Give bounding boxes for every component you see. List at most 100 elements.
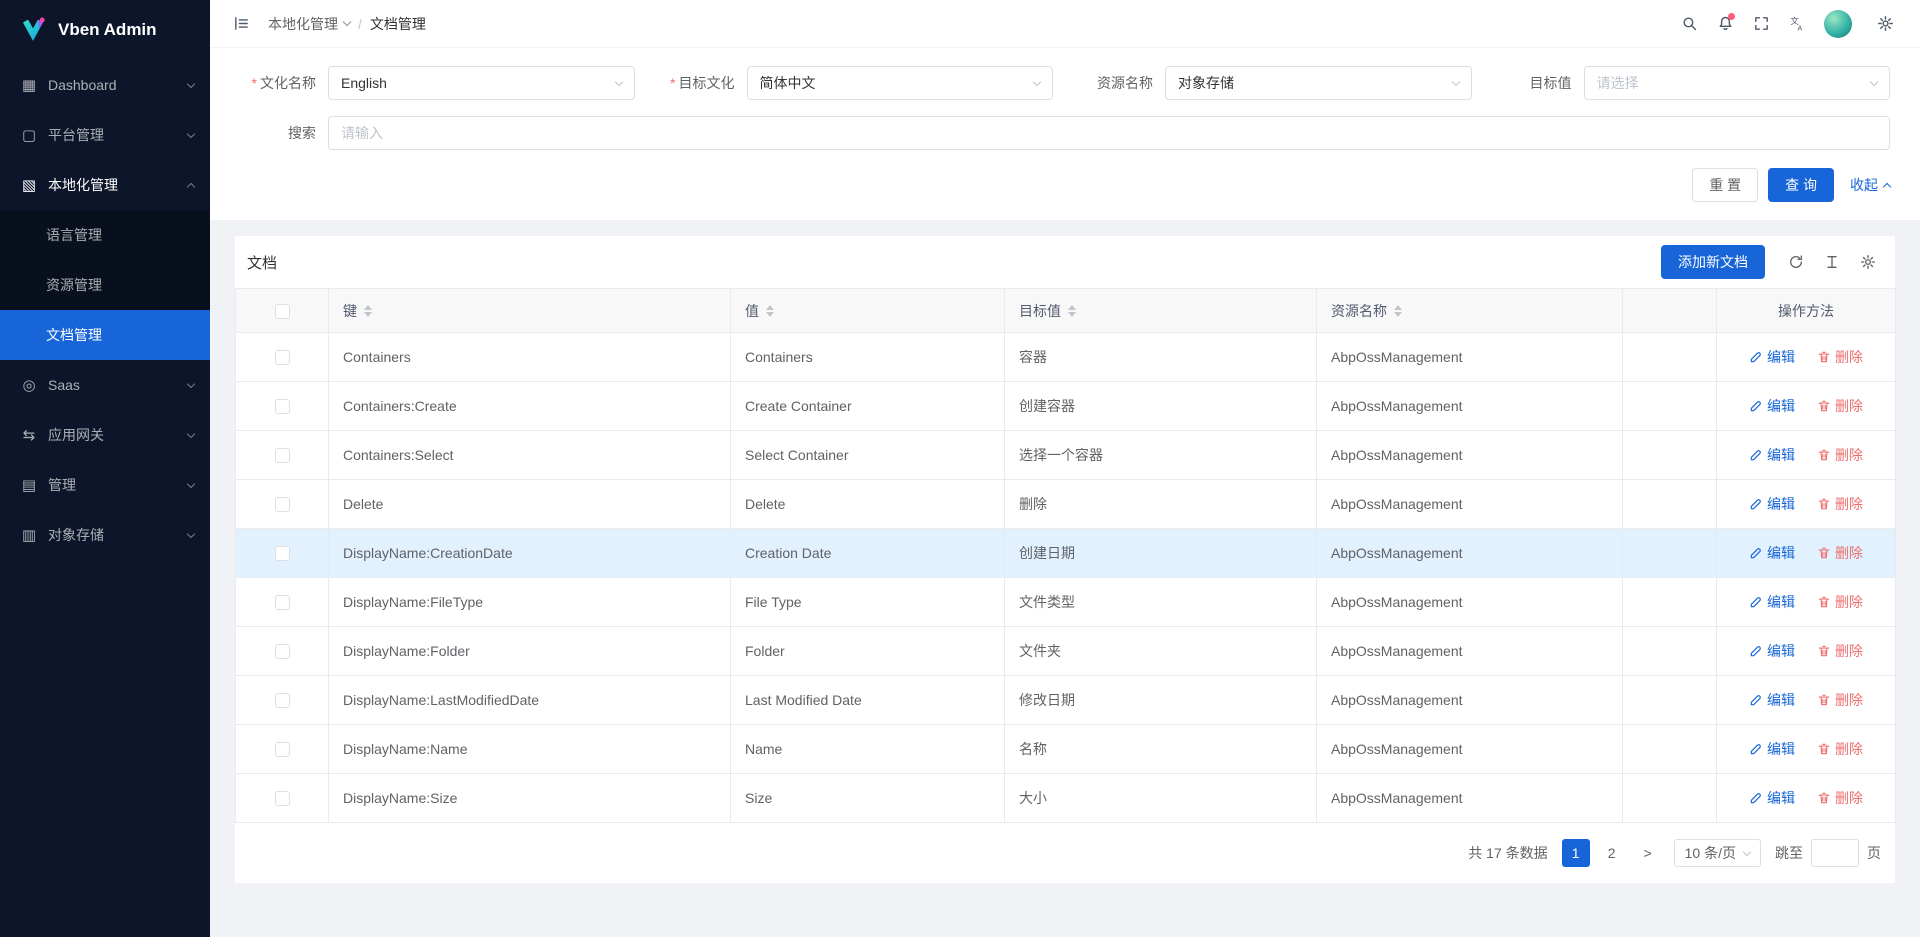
page-size-select[interactable]: 10 条/页 [1674, 839, 1761, 867]
reset-button[interactable]: 重 置 [1692, 168, 1758, 202]
edit-button[interactable]: 编辑 [1749, 788, 1795, 808]
edit-button[interactable]: 编辑 [1749, 396, 1795, 416]
delete-icon [1817, 644, 1831, 658]
table-row-highlighted[interactable]: DisplayName:CreationDate Creation Date 创… [236, 529, 1896, 578]
add-document-button[interactable]: 添加新文档 [1661, 245, 1765, 279]
cell-key: Containers:Select [329, 431, 731, 480]
table-row[interactable]: Containers:Select Select Container 选择一个容… [236, 431, 1896, 480]
delete-button[interactable]: 删除 [1817, 347, 1863, 367]
edit-button[interactable]: 编辑 [1749, 690, 1795, 710]
sort-icon[interactable] [1394, 305, 1402, 317]
sidebar-item-gateway[interactable]: ⇆ 应用网关 [0, 410, 210, 460]
edit-button[interactable]: 编辑 [1749, 445, 1795, 465]
delete-button[interactable]: 删除 [1817, 445, 1863, 465]
jump-page-input[interactable] [1811, 839, 1859, 867]
gateway-icon: ⇆ [20, 426, 38, 444]
next-page-button[interactable]: > [1634, 839, 1662, 867]
table-row[interactable]: Containers:Create Create Container 创建容器 … [236, 382, 1896, 431]
row-checkbox[interactable] [275, 644, 290, 659]
chevron-down-icon [343, 18, 351, 26]
cell-target: 删除 [1005, 480, 1317, 529]
bell-icon[interactable] [1708, 7, 1742, 41]
sidebar-item-localization[interactable]: ▧ 本地化管理 [0, 160, 210, 210]
table-row[interactable]: Containers Containers 容器 AbpOssManagemen… [236, 333, 1896, 382]
resource-name-label: 资源名称 [1077, 73, 1165, 93]
table-row[interactable]: Delete Delete 删除 AbpOssManagement 编辑 删除 [236, 480, 1896, 529]
row-checkbox[interactable] [275, 399, 290, 414]
delete-button[interactable]: 删除 [1817, 690, 1863, 710]
target-value-select[interactable]: 请选择 [1584, 66, 1891, 100]
row-height-icon[interactable] [1817, 247, 1847, 277]
row-checkbox[interactable] [275, 693, 290, 708]
sort-icon[interactable] [766, 305, 774, 317]
edit-button[interactable]: 编辑 [1749, 641, 1795, 661]
breadcrumb: 本地化管理 / 文档管理 [268, 14, 426, 34]
delete-button[interactable]: 删除 [1817, 494, 1863, 514]
topbar: 本地化管理 / 文档管理 [210, 0, 1920, 48]
breadcrumb-parent[interactable]: 本地化管理 [268, 14, 350, 34]
row-checkbox[interactable] [275, 448, 290, 463]
translate-icon[interactable] [1780, 7, 1814, 41]
culture-name-select[interactable]: English [328, 66, 635, 100]
row-checkbox[interactable] [275, 791, 290, 806]
column-header-target: 目标值 [1005, 289, 1317, 333]
delete-button[interactable]: 删除 [1817, 641, 1863, 661]
table-row[interactable]: DisplayName:Folder Folder 文件夹 AbpOssMana… [236, 627, 1896, 676]
page-button-2[interactable]: 2 [1598, 839, 1626, 867]
table-row[interactable]: DisplayName:LastModifiedDate Last Modifi… [236, 676, 1896, 725]
edit-button[interactable]: 编辑 [1749, 494, 1795, 514]
row-checkbox[interactable] [275, 497, 290, 512]
row-checkbox[interactable] [275, 595, 290, 610]
sidebar-item-platform[interactable]: ▢ 平台管理 [0, 110, 210, 160]
fullscreen-icon[interactable] [1744, 7, 1778, 41]
avatar[interactable] [1824, 10, 1852, 38]
management-icon: ▤ [20, 476, 38, 494]
cell-target: 大小 [1005, 774, 1317, 823]
edit-icon [1749, 497, 1763, 511]
sort-icon[interactable] [1068, 305, 1076, 317]
resource-name-select[interactable]: 对象存储 [1165, 66, 1472, 100]
edit-button[interactable]: 编辑 [1749, 592, 1795, 612]
select-all-checkbox[interactable] [275, 304, 290, 319]
delete-button[interactable]: 删除 [1817, 739, 1863, 759]
page-button-1[interactable]: 1 [1562, 839, 1590, 867]
edit-button[interactable]: 编辑 [1749, 347, 1795, 367]
cell-value: Delete [731, 480, 1005, 529]
menu-fold-icon[interactable] [224, 7, 258, 41]
sidebar-item-saas[interactable]: ◎ Saas [0, 360, 210, 410]
row-checkbox[interactable] [275, 742, 290, 757]
delete-button[interactable]: 删除 [1817, 592, 1863, 612]
table-row[interactable]: DisplayName:FileType File Type 文件类型 AbpO… [236, 578, 1896, 627]
column-settings-icon[interactable] [1853, 247, 1883, 277]
table-row[interactable]: DisplayName:Size Size 大小 AbpOssManagemen… [236, 774, 1896, 823]
search-input[interactable] [328, 116, 1890, 150]
sidebar-subitem-document[interactable]: 文档管理 [0, 310, 210, 360]
sidebar-item-management[interactable]: ▤ 管理 [0, 460, 210, 510]
sidebar-item-label: Saas [48, 377, 188, 393]
delete-icon [1817, 595, 1831, 609]
cell-target: 文件夹 [1005, 627, 1317, 676]
collapse-toggle[interactable]: 收起 [1850, 175, 1890, 195]
refresh-icon[interactable] [1781, 247, 1811, 277]
target-culture-select[interactable]: 简体中文 [747, 66, 1054, 100]
logo[interactable]: Vben Admin [0, 0, 210, 60]
delete-button[interactable]: 删除 [1817, 788, 1863, 808]
sidebar-item-dashboard[interactable]: ▦ Dashboard [0, 60, 210, 110]
delete-button[interactable]: 删除 [1817, 396, 1863, 416]
gear-icon[interactable] [1868, 7, 1902, 41]
row-checkbox[interactable] [275, 546, 290, 561]
sidebar-subitem-resource[interactable]: 资源管理 [0, 260, 210, 310]
edit-icon [1749, 791, 1763, 805]
table-row[interactable]: DisplayName:Name Name 名称 AbpOssManagemen… [236, 725, 1896, 774]
sidebar-subitem-language[interactable]: 语言管理 [0, 210, 210, 260]
row-checkbox[interactable] [275, 350, 290, 365]
sidebar-item-storage[interactable]: ▥ 对象存储 [0, 510, 210, 560]
edit-button[interactable]: 编辑 [1749, 543, 1795, 563]
edit-button[interactable]: 编辑 [1749, 739, 1795, 759]
chevron-down-icon [187, 529, 195, 537]
cell-key: DisplayName:LastModifiedDate [329, 676, 731, 725]
sort-icon[interactable] [364, 305, 372, 317]
query-button[interactable]: 查 询 [1768, 168, 1834, 202]
delete-button[interactable]: 删除 [1817, 543, 1863, 563]
search-icon[interactable] [1672, 7, 1706, 41]
